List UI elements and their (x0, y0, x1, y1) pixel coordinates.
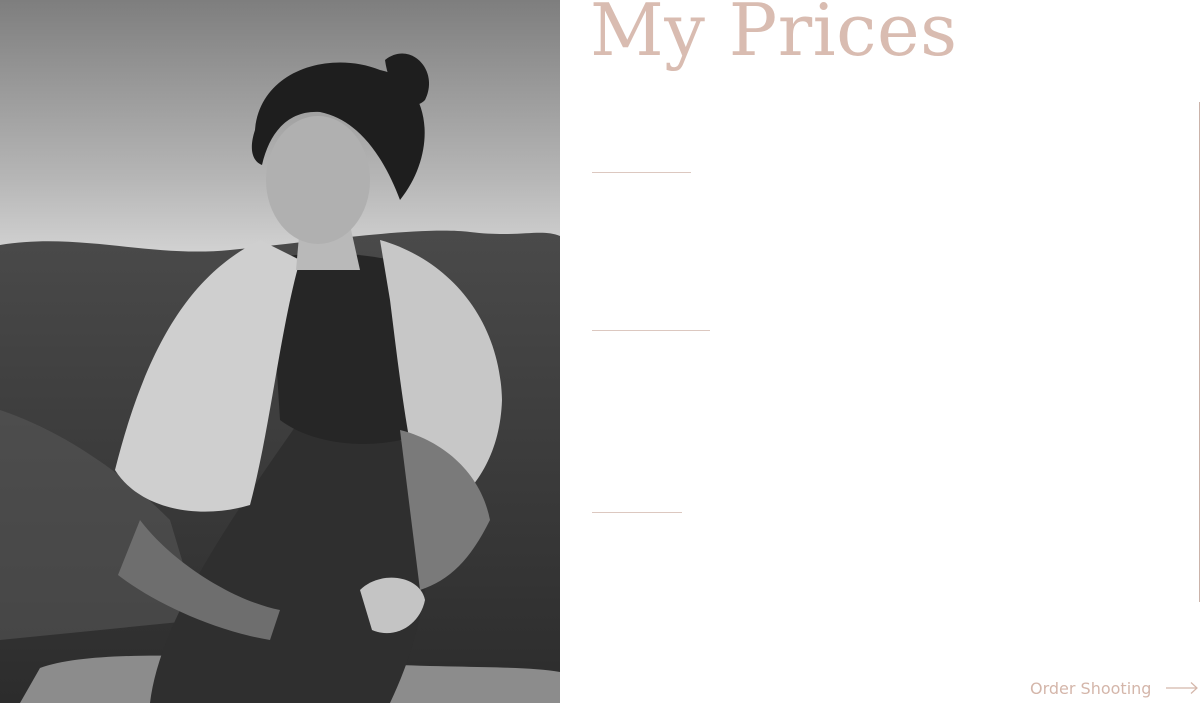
vertical-rule (1199, 102, 1200, 602)
portrait-photo (0, 0, 560, 703)
prices-page: My Prices Order Shooting (0, 0, 1201, 703)
section-divider (592, 512, 682, 513)
section-divider (592, 172, 691, 173)
page-title: My Prices (590, 0, 958, 72)
order-shooting-link[interactable]: Order Shooting (1030, 674, 1199, 702)
section-divider (592, 330, 710, 331)
order-shooting-label: Order Shooting (1030, 678, 1152, 698)
arrow-right-icon (1165, 681, 1199, 695)
